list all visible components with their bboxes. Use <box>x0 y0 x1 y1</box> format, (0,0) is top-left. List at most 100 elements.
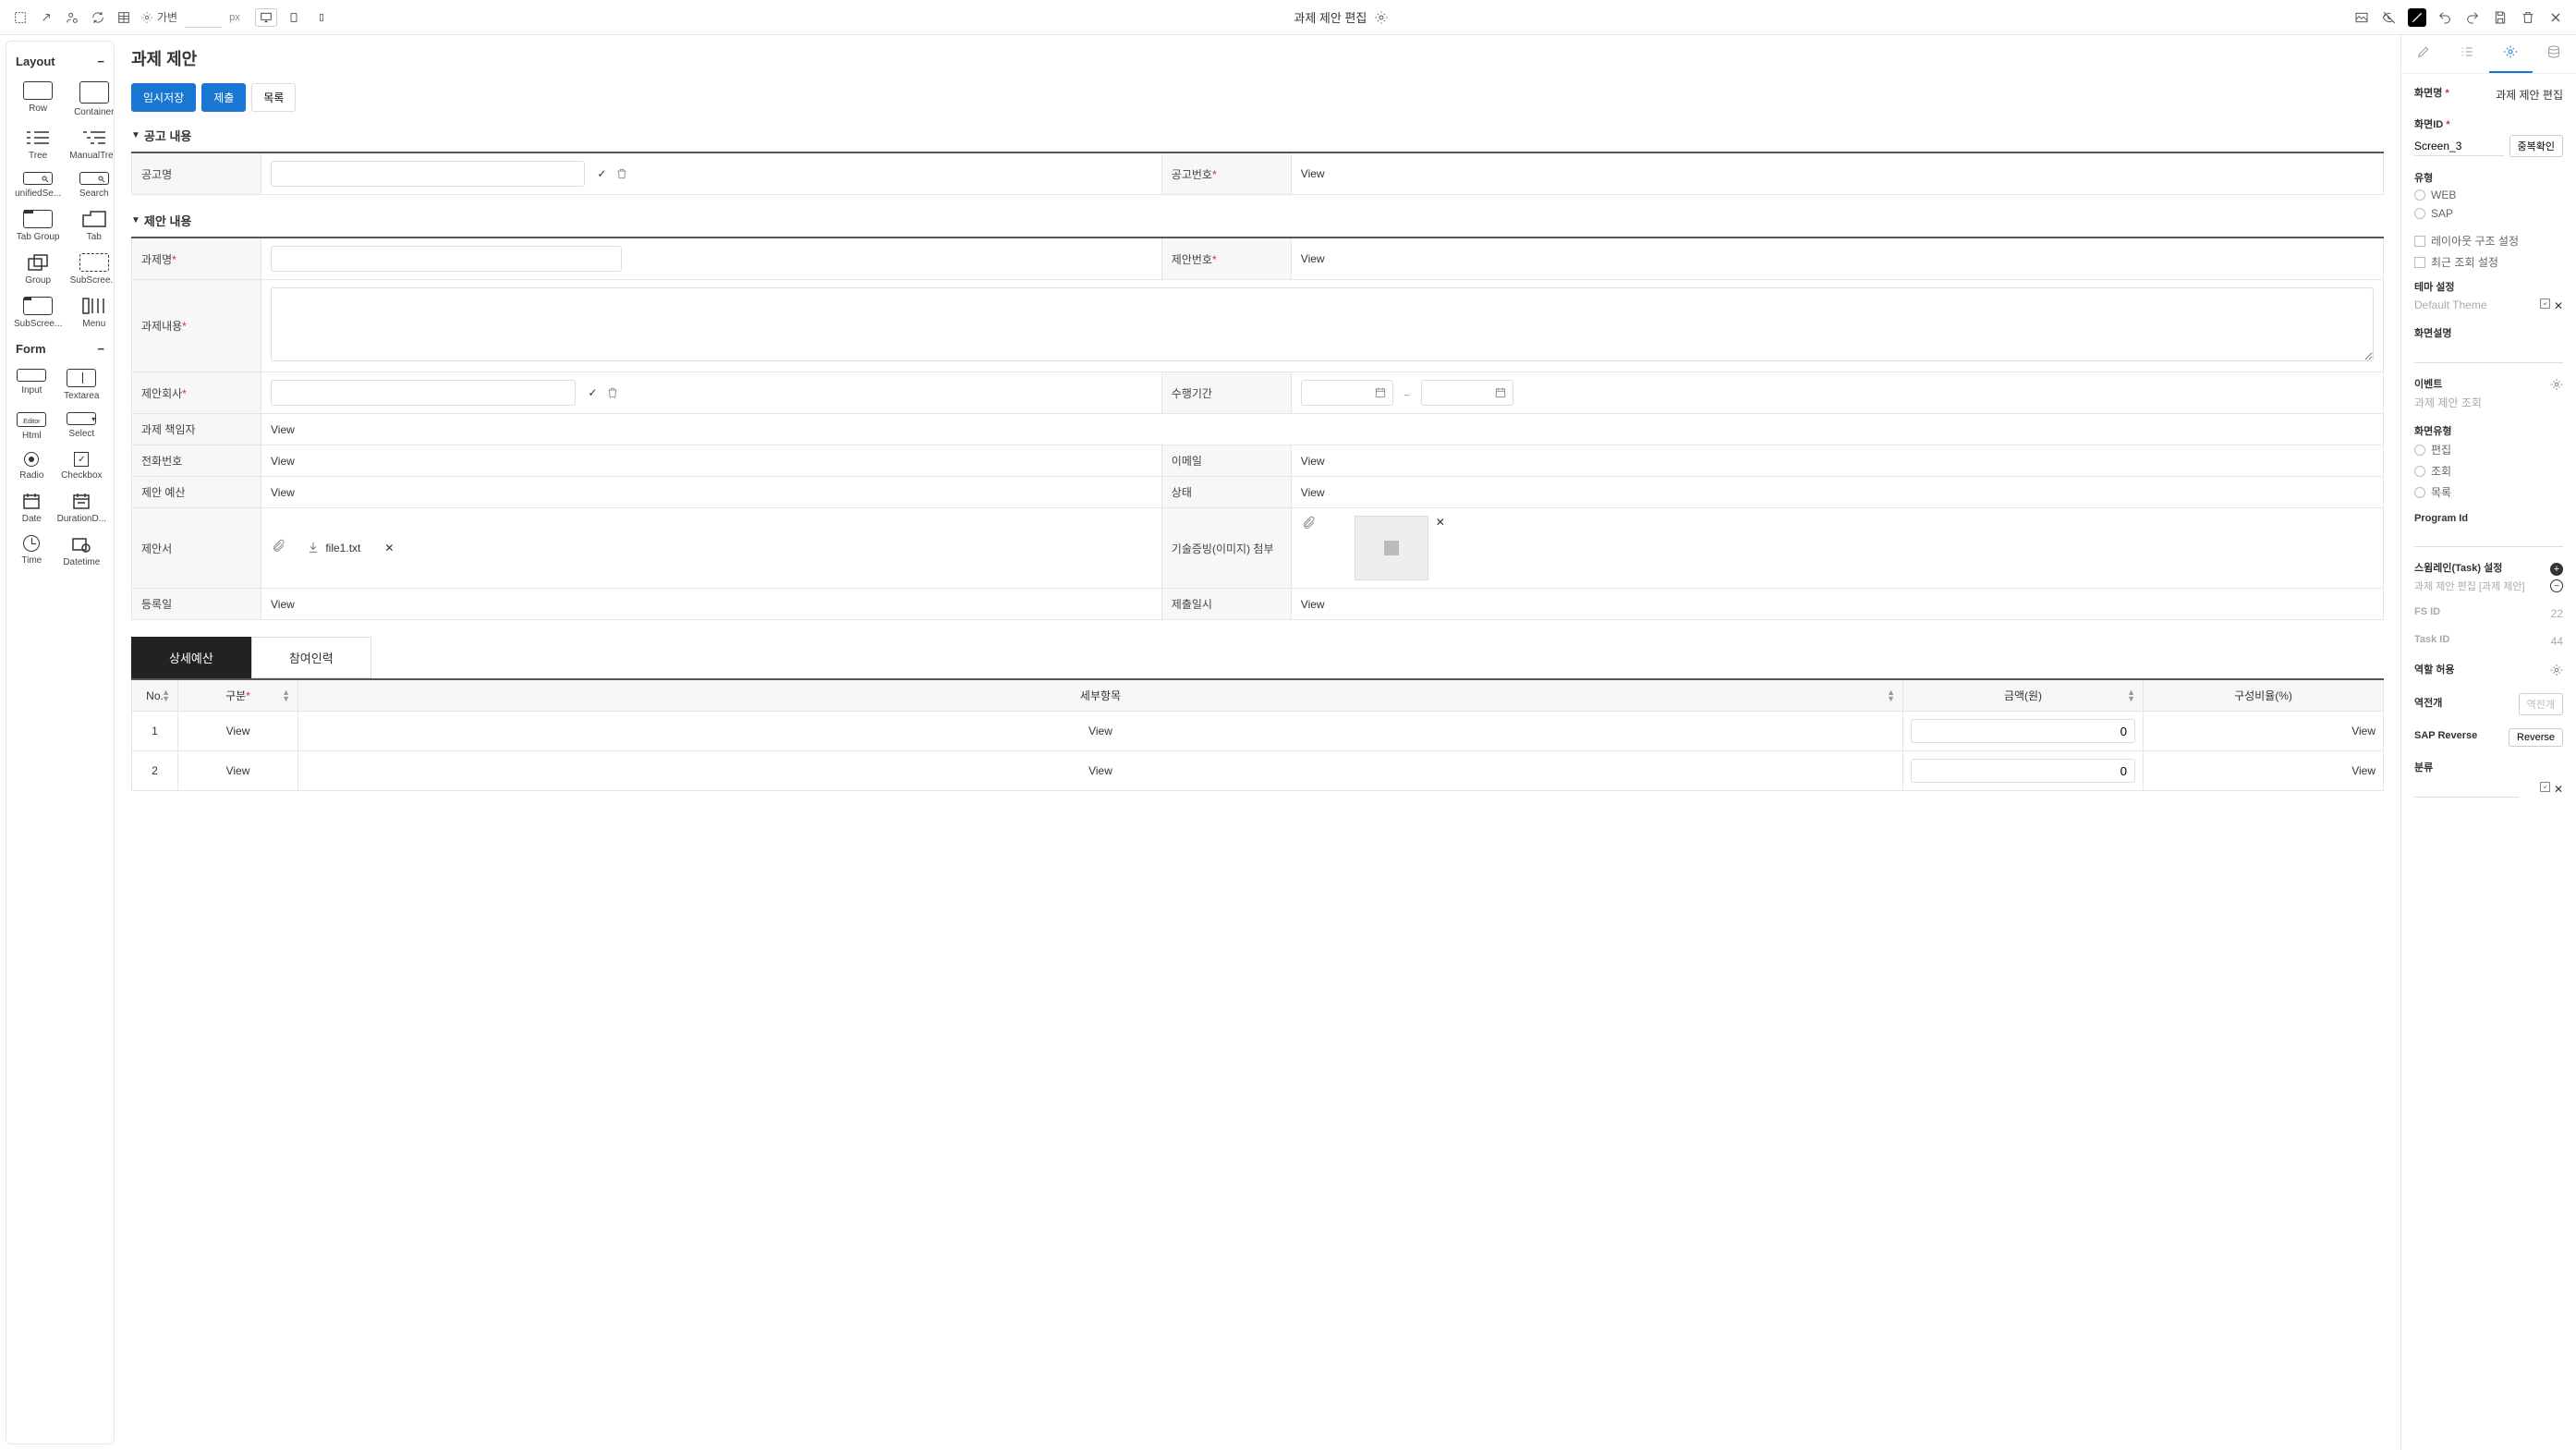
edit-icon[interactable] <box>2539 299 2551 312</box>
expand-icon[interactable] <box>37 8 55 27</box>
tab-list-icon[interactable] <box>2445 35 2488 73</box>
palette-item-tree[interactable]: Tree <box>14 128 62 161</box>
radio-web[interactable]: WEB <box>2414 189 2563 201</box>
category-input[interactable] <box>2414 778 2519 798</box>
tab-budget[interactable]: 상세예산 <box>131 637 251 678</box>
task-name-input[interactable] <box>271 246 622 272</box>
section-notice-header[interactable]: ▼공고 내용 <box>131 127 2384 144</box>
program-id-input[interactable] <box>2414 528 2563 547</box>
gear-icon[interactable] <box>2550 378 2563 394</box>
palette-section-layout[interactable]: Layout − <box>14 49 106 74</box>
check-icon[interactable]: ✓ <box>588 386 597 402</box>
submit-button[interactable]: 제출 <box>201 83 246 112</box>
palette-section-form[interactable]: Form − <box>14 336 106 361</box>
device-tablet-icon[interactable] <box>283 8 305 27</box>
sort-icon[interactable]: ▲▼ <box>1887 689 1895 702</box>
grid-icon[interactable] <box>115 8 133 27</box>
add-icon[interactable]: + <box>2550 563 2563 576</box>
clear-icon[interactable]: ✕ <box>2554 783 2563 796</box>
task-content-textarea[interactable] <box>271 287 2374 361</box>
notice-name-input[interactable] <box>271 161 585 187</box>
sort-icon[interactable]: ▲▼ <box>162 689 170 702</box>
radio-edit[interactable]: 편집 <box>2414 442 2563 457</box>
palette-item-search[interactable]: Search <box>69 172 115 199</box>
palette-item-group[interactable]: Group <box>14 253 62 286</box>
palette-item-menu[interactable]: Menu <box>69 297 115 329</box>
amount-input[interactable] <box>1911 759 2135 783</box>
responsive-label[interactable]: 가변 <box>140 9 177 25</box>
tab-edit-icon[interactable] <box>2401 35 2445 73</box>
radio-list[interactable]: 목록 <box>2414 484 2563 500</box>
palette-item-row[interactable]: Row <box>14 81 62 117</box>
period-start-input[interactable] <box>1301 380 1393 406</box>
palette-item-tabgroup[interactable]: Tab Group <box>14 210 62 242</box>
refresh-icon[interactable] <box>89 8 107 27</box>
check-recent[interactable]: 최근 조회 설정 <box>2414 254 2563 270</box>
trash-icon[interactable] <box>2519 8 2537 27</box>
list-button[interactable]: 목록 <box>251 83 296 112</box>
save-draft-button[interactable]: 임시저장 <box>131 83 196 112</box>
palette-item-datetime[interactable]: Datetime <box>57 535 106 567</box>
remove-image-icon[interactable]: ✕ <box>1436 516 1445 529</box>
undo-icon[interactable] <box>2436 8 2454 27</box>
section-proposal-header[interactable]: ▼제안 내용 <box>131 212 2384 229</box>
palette-item-textarea[interactable]: Textarea <box>57 369 106 401</box>
image-placeholder[interactable] <box>1355 516 1428 580</box>
remove-file-icon[interactable]: ✕ <box>384 542 394 554</box>
palette-item-html[interactable]: EditorHtml <box>14 412 50 441</box>
palette-item-select[interactable]: ▾Select <box>57 412 106 441</box>
palette-item-checkbox[interactable]: ✓Checkbox <box>57 452 106 481</box>
edit-icon[interactable] <box>2539 783 2551 796</box>
collapse-icon[interactable]: − <box>97 55 104 68</box>
remove-icon[interactable]: − <box>2550 579 2563 592</box>
save-icon[interactable] <box>2491 8 2509 27</box>
selection-icon[interactable] <box>11 8 30 27</box>
sort-icon[interactable]: ▲▼ <box>282 689 290 702</box>
redo-icon[interactable] <box>2463 8 2482 27</box>
screen-id-input[interactable] <box>2414 137 2504 156</box>
period-end-input[interactable] <box>1421 380 1513 406</box>
sap-reverse-button[interactable]: Reverse <box>2509 728 2563 747</box>
tab-db-icon[interactable] <box>2533 35 2576 73</box>
title-gear-icon[interactable] <box>1372 8 1391 27</box>
image-icon[interactable] <box>2352 8 2371 27</box>
desc-input[interactable] <box>2414 344 2563 363</box>
device-mobile-icon[interactable] <box>310 8 333 27</box>
palette-item-date[interactable]: Date <box>14 492 50 524</box>
palette-item-durationdate[interactable]: DurationD... <box>57 492 106 524</box>
dup-check-button[interactable]: 중복확인 <box>2509 135 2563 157</box>
palette-item-radio[interactable]: Radio <box>14 452 50 481</box>
device-desktop-icon[interactable] <box>255 8 277 27</box>
palette-item-subscreen[interactable]: SubScree... <box>69 253 115 286</box>
sort-icon[interactable]: ▲▼ <box>2127 689 2135 702</box>
palette-item-unifiedsearch[interactable]: unifiedSe... <box>14 172 62 199</box>
user-settings-icon[interactable] <box>63 8 81 27</box>
check-layout[interactable]: 레이아웃 구조 설정 <box>2414 233 2563 249</box>
palette-item-input[interactable]: Input <box>14 369 50 401</box>
collapse-icon[interactable]: − <box>97 342 104 356</box>
download-icon[interactable] <box>307 541 320 556</box>
clear-icon[interactable]: ✕ <box>2554 299 2563 312</box>
reverse-button[interactable]: 역전개 <box>2519 693 2563 715</box>
dark-mode-toggle-icon[interactable] <box>2408 8 2426 27</box>
palette-item-container[interactable]: Container <box>69 81 115 117</box>
proposer-input[interactable] <box>271 380 576 406</box>
radio-sap[interactable]: SAP <box>2414 207 2563 220</box>
tab-members[interactable]: 참여인력 <box>251 637 371 678</box>
palette-item-manualtree[interactable]: ManualTree <box>69 128 115 161</box>
tab-settings-icon[interactable] <box>2489 35 2533 73</box>
attachment-icon[interactable] <box>271 543 286 556</box>
attachment-icon[interactable] <box>1301 516 1316 533</box>
radio-view[interactable]: 조회 <box>2414 463 2563 479</box>
palette-item-time[interactable]: Time <box>14 535 50 567</box>
amount-input[interactable] <box>1911 719 2135 743</box>
trash-icon[interactable] <box>606 386 619 402</box>
gear-icon[interactable] <box>2550 664 2563 679</box>
trash-icon[interactable] <box>615 167 628 183</box>
check-icon[interactable]: ✓ <box>597 167 606 183</box>
palette-item-subscreen2[interactable]: SubScree... <box>14 297 62 329</box>
width-input[interactable] <box>185 7 222 28</box>
palette-item-tab[interactable]: Tab <box>69 210 115 242</box>
close-icon[interactable] <box>2546 8 2565 27</box>
visibility-off-icon[interactable] <box>2380 8 2399 27</box>
